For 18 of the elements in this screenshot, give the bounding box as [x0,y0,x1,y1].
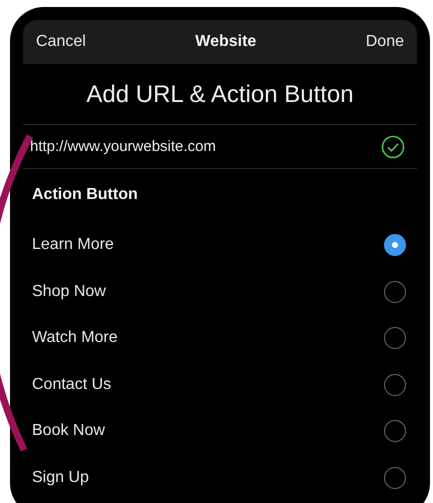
option-row[interactable]: Watch More [23,315,417,362]
option-row[interactable]: Sign Up [23,454,417,501]
option-row[interactable]: Book Now [23,408,417,454]
option-row[interactable]: Learn More [23,222,417,268]
radio-button[interactable] [384,374,406,396]
section-title: Action Button [31,185,139,205]
done-button[interactable]: Done [366,33,404,51]
radio-button[interactable] [384,466,406,489]
radio-button[interactable] [384,327,406,350]
option-row[interactable]: Contact Us [23,362,417,408]
url-field[interactable]: http://www.yourwebsite.com [30,138,270,155]
radio-button[interactable] [384,234,406,256]
radio-button[interactable] [384,280,406,303]
radio-button[interactable] [384,420,406,442]
sheet-title: Website [195,33,256,51]
heading: Add URL & Action Button [23,64,417,125]
option-row[interactable]: Shop Now [23,268,417,315]
cancel-button[interactable]: Cancel [36,33,86,51]
